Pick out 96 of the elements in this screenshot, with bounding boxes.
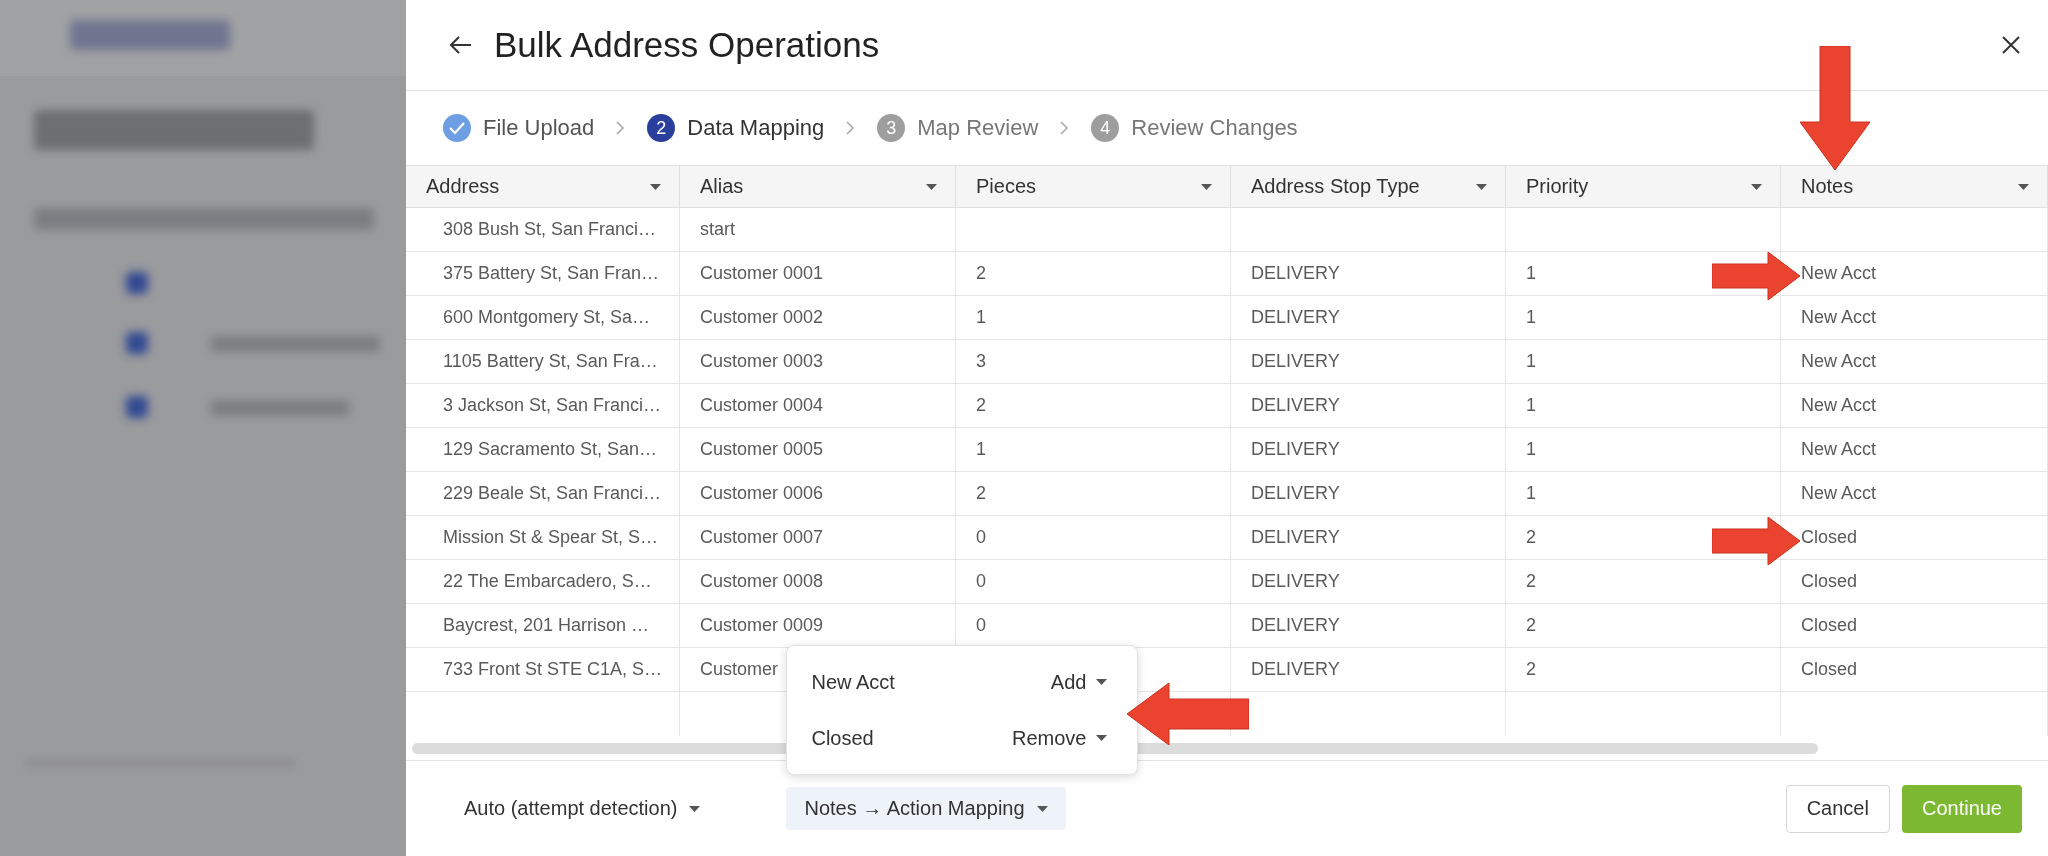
table-cell: 1 — [976, 307, 986, 328]
step-number: 3 — [877, 114, 906, 142]
step-label[interactable]: Map Review — [917, 115, 1039, 141]
table-cell: New Acct — [1801, 351, 1877, 372]
table-cell: Customer 0008 — [700, 571, 824, 592]
caret-icon — [1036, 805, 1048, 812]
step-label[interactable]: Data Mapping — [687, 115, 825, 141]
table-cell: 600 Montgomery St, Sa… — [443, 307, 651, 328]
table-cell: Baycrest, 201 Harrison … — [443, 615, 650, 636]
table-cell: New Acct — [1801, 263, 1877, 284]
table-cell: New Acct — [1801, 395, 1877, 416]
table-cell: DELIVERY — [1251, 439, 1340, 460]
table-cell: DELIVERY — [1251, 571, 1340, 592]
table-cell: DELIVERY — [1251, 307, 1340, 328]
table-cell: DELIVERY — [1251, 527, 1340, 548]
step-label[interactable]: Review Changes — [1131, 115, 1298, 141]
step-label[interactable]: File Upload — [483, 115, 595, 141]
table-cell: 0 — [976, 571, 986, 592]
table-cell: DELIVERY — [1251, 659, 1340, 680]
note-label: Closed — [811, 726, 874, 750]
table-cell: 1 — [976, 439, 986, 460]
table-cell: DELIVERY — [1251, 351, 1340, 372]
column-header[interactable]: Priority — [1506, 165, 1781, 208]
caret-icon — [926, 183, 937, 190]
table-cell: 375 Battery St, San Fran… — [443, 263, 660, 284]
table-cell: 1 — [1526, 263, 1536, 284]
table-cell: 2 — [976, 263, 986, 284]
column-header[interactable]: Address — [406, 165, 680, 208]
caret-icon — [1476, 183, 1487, 190]
table-cell: New Acct — [1801, 439, 1877, 460]
table-cell: 1 — [1526, 351, 1536, 372]
table-cell: 2 — [1526, 615, 1536, 636]
table-cell: 2 — [1526, 527, 1536, 548]
table-cell: 22 The Embarcadero, S… — [443, 571, 652, 592]
table-cell: 733 Front St STE C1A, S… — [443, 659, 663, 680]
table-cell: 1 — [1526, 483, 1536, 504]
table-cell: Mission St & Spear St, S… — [443, 527, 659, 548]
caret-icon — [1751, 183, 1762, 190]
dialog-title: Bulk Address Operations — [494, 25, 881, 65]
table-cell: Closed — [1801, 571, 1858, 592]
mapping-dropdown[interactable]: Notes → Action Mapping — [786, 787, 1066, 830]
table-cell: Customer 0002 — [700, 307, 824, 328]
step-number: 4 — [1091, 114, 1120, 142]
caret-icon — [2018, 183, 2029, 190]
table-cell: Closed — [1801, 615, 1858, 636]
table-cell: 2 — [1526, 571, 1536, 592]
table-cell: start — [700, 219, 735, 240]
table-cell: 308 Bush St, San Franci… — [443, 219, 657, 240]
table-cell: Customer 0007 — [700, 527, 824, 548]
table-cell: Customer 0005 — [700, 439, 824, 460]
chevron-icon — [1060, 121, 1070, 135]
table-cell: 1 — [1526, 439, 1536, 460]
column-header[interactable]: Pieces — [956, 165, 1231, 208]
table-cell: Customer 0003 — [700, 351, 824, 372]
table-cell: 1 — [1526, 395, 1536, 416]
table-cell: 0 — [976, 527, 986, 548]
table-cell: 229 Beale St, San Franci… — [443, 483, 662, 504]
cancel-button[interactable]: Cancel — [1785, 784, 1890, 833]
table-cell: Closed — [1801, 527, 1858, 548]
back-arrow-icon[interactable] — [450, 36, 472, 54]
table-cell: 2 — [976, 395, 986, 416]
caret-icon — [1096, 679, 1108, 685]
table-cell: Customer — [700, 659, 779, 680]
detection-dropdown[interactable]: Auto (attempt detection) — [446, 787, 719, 830]
table-cell: 3 — [976, 351, 986, 372]
caret-icon — [650, 183, 661, 190]
table-cell: 0 — [976, 615, 986, 636]
column-header[interactable]: Address Stop Type — [1231, 165, 1506, 208]
column-header[interactable]: Notes — [1781, 165, 2048, 208]
table-cell: Customer 0006 — [700, 483, 824, 504]
step-number: 2 — [647, 114, 676, 142]
table-cell: New Acct — [1801, 483, 1877, 504]
table-cell: 2 — [1526, 659, 1536, 680]
table-cell: DELIVERY — [1251, 395, 1340, 416]
action-dropdown[interactable]: Remove — [1011, 726, 1108, 750]
close-icon[interactable] — [2002, 36, 2020, 54]
chevron-icon — [846, 121, 856, 135]
table-cell: New Acct — [1801, 307, 1877, 328]
table-cell: 1105 Battery St, San Fra… — [443, 351, 658, 372]
table-cell: 3 Jackson St, San Franci… — [443, 395, 662, 416]
caret-icon — [689, 805, 701, 812]
table-cell: 2 — [976, 483, 986, 504]
column-header[interactable]: Alias — [680, 165, 956, 208]
table-cell: DELIVERY — [1251, 615, 1340, 636]
table-cell: Closed — [1801, 659, 1858, 680]
table-cell: Customer 0009 — [700, 615, 824, 636]
table-cell: Customer 0004 — [700, 395, 824, 416]
table-cell: DELIVERY — [1251, 483, 1340, 504]
caret-icon — [1201, 183, 1212, 190]
table-cell: DELIVERY — [1251, 263, 1340, 284]
action-dropdown[interactable]: Add — [1050, 670, 1108, 694]
chevron-icon — [616, 121, 626, 135]
note-label: New Acct — [811, 670, 895, 694]
table-cell: Customer 0001 — [700, 263, 824, 284]
table-cell: 129 Sacramento St, San… — [443, 439, 658, 460]
table-cell: 1 — [1526, 307, 1536, 328]
